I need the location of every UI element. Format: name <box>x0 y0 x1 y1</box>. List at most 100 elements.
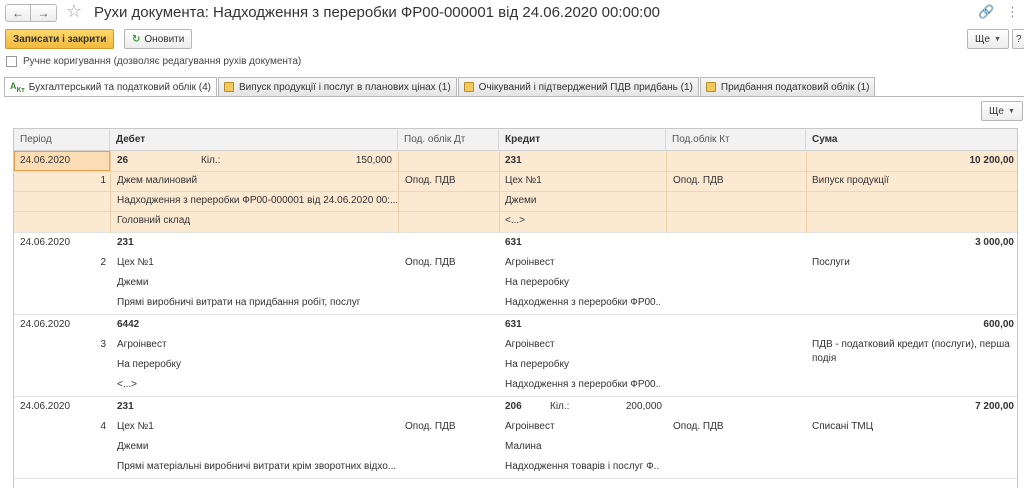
cell-tax-kt: Опод. ПДВ <box>673 175 724 186</box>
tab-accounting[interactable]: AКт Бухгалтерський та податковий облік (… <box>4 77 217 97</box>
cell-sum: 7 200,00 <box>975 401 1014 412</box>
cell-credit-subconto: На переробку <box>505 277 569 288</box>
cell-tax-kt <box>673 335 803 355</box>
cell-tax-dt: Опод. ПДВ <box>405 175 456 186</box>
cell-debit-qty <box>254 397 392 417</box>
cell-debit-qty: 150,000 <box>355 155 392 166</box>
register-icon <box>705 82 716 92</box>
cell-content-cont <box>812 185 1014 205</box>
cell-sum: 10 200,00 <box>969 155 1015 166</box>
register-icon <box>463 82 474 92</box>
star-icon[interactable]: ☆ <box>66 1 82 22</box>
cell-line-number: 3 <box>100 339 106 350</box>
cell-debit-subconto: Прямі виробничі витрати на придбання роб… <box>117 297 361 308</box>
tab-production-output[interactable]: Випуск продукції і послуг в планових цін… <box>217 77 457 96</box>
cell-debit-qty-label <box>201 315 251 335</box>
help-button[interactable]: ? <box>1012 29 1024 49</box>
column-sum[interactable]: Сума <box>806 129 1017 151</box>
cell-debit-subconto: Головний склад <box>117 215 191 226</box>
cell-tax-kt: Опод. ПДВ <box>673 421 724 432</box>
cell-debit-subconto: Джеми <box>117 277 149 288</box>
cell-debit-subconto: Джем малиновий <box>117 175 198 186</box>
table-row[interactable]: 24.06.2020 26 Кіл.: 150,000 231 10 200,00 1 Дже… <box>14 151 1017 233</box>
cell-debit-qty-label <box>201 233 251 253</box>
cell-date: 24.06.2020 <box>20 155 71 166</box>
cell-credit-qty <box>574 315 662 335</box>
column-tax-dt[interactable]: Под. облік Дт <box>398 129 499 151</box>
tab-divider <box>4 96 1024 97</box>
cell-debit-subconto: <...> <box>117 379 138 390</box>
cell-date: 24.06.2020 <box>20 237 71 248</box>
cell-content-cont <box>812 431 1014 451</box>
manual-edit-option[interactable]: Ручне коригування (дозволяє редагування … <box>6 56 301 67</box>
cell-tax-dt <box>405 335 500 355</box>
table-header: Період Дебет Под. облік Дт Кредит Под.об… <box>14 129 1017 151</box>
table-row[interactable]: 24.06.2020 231 631 3 000,00 2 Цех №1 Агроінвес… <box>14 233 1017 315</box>
arrow-left-icon[interactable]: ← <box>5 4 31 22</box>
cell-date: 24.06.2020 <box>20 401 71 412</box>
column-debit[interactable]: Дебет <box>110 129 398 151</box>
cell-credit-qty: 200,000 <box>625 401 662 412</box>
cell-debit-qty <box>254 233 392 253</box>
table-row[interactable]: 24.06.2020 6442 631 600,00 3 Агроінвест Агроін… <box>14 315 1017 397</box>
save-and-close-button[interactable]: Записати і закрити <box>5 29 115 49</box>
cell-debit-subconto: Прямі матеріальні виробничі витрати крім… <box>117 461 397 472</box>
arrow-right-icon[interactable]: → <box>31 4 57 22</box>
grid-more-button[interactable]: Ще ▼ <box>981 101 1023 121</box>
accounting-icon: AКт <box>10 81 25 94</box>
link-icon[interactable]: 🔗 <box>978 5 994 20</box>
cell-debit-qty-label <box>201 397 251 417</box>
column-period[interactable]: Період <box>14 129 110 151</box>
manual-edit-checkbox[interactable] <box>6 56 17 67</box>
cell-credit-qty <box>574 151 662 171</box>
cell-credit-subconto: Надходження з переробки ФР00... <box>505 379 660 390</box>
cell-line-number: 4 <box>100 421 106 432</box>
cell-credit-subconto: <...> <box>505 215 526 226</box>
cell-credit-subconto: Агроінвест <box>505 421 555 432</box>
cell-tax-dt: Опод. ПДВ <box>405 421 456 432</box>
cell-tax-dt: Опод. ПДВ <box>405 257 456 268</box>
window-title: Рухи документа: Надходження з переробки … <box>94 4 661 21</box>
cell-sum: 600,00 <box>983 319 1014 330</box>
refresh-icon: ↻ <box>132 33 141 45</box>
cell-debit-subconto: Надходження з переробки ФР00-000001 від … <box>117 195 397 206</box>
cell-credit-subconto: Малина <box>505 441 542 452</box>
title-bar: ← → ☆ Рухи документа: Надходження з пере… <box>0 0 1024 28</box>
more-button[interactable]: Ще ▼ <box>967 29 1009 49</box>
command-bar: Записати і закрити ↻ Оновити Ще ▼ ? <box>0 29 1024 51</box>
cell-debit-subconto: Цех №1 <box>117 257 154 268</box>
cell-line-number: 2 <box>100 257 106 268</box>
cell-tax-kt <box>673 253 803 273</box>
tab-strip: AКт Бухгалтерський та податковий облік (… <box>4 77 876 97</box>
cell-line-number: 1 <box>100 175 106 186</box>
entries-table[interactable]: Період Дебет Под. облік Дт Кредит Под.об… <box>13 128 1018 488</box>
cell-debit-subconto: Джеми <box>117 441 149 452</box>
cell-date: 24.06.2020 <box>20 319 71 330</box>
more-vertical-icon[interactable]: ⋮ <box>1006 5 1019 20</box>
refresh-button[interactable]: ↻ Оновити <box>124 29 193 49</box>
manual-edit-label: Ручне коригування (дозволяє редагування … <box>23 56 302 67</box>
cell-credit-qty <box>574 233 662 253</box>
chevron-down-icon: ▼ <box>1007 107 1015 115</box>
cell-sum: 3 000,00 <box>975 237 1014 248</box>
register-icon <box>223 82 234 92</box>
tab-purchase-tax[interactable]: Придбання податковий облік (1) <box>699 77 876 96</box>
cell-credit-subconto: Надходження з переробки ФР00... <box>505 297 660 308</box>
column-tax-kt[interactable]: Под.облік Кт <box>666 129 806 151</box>
cell-credit-subconto: Агроінвест <box>505 339 555 350</box>
table-row[interactable]: 24.06.2020 231 206 Кіл.: 200,000 7 200,00 4 Цех… <box>14 397 1017 479</box>
chevron-down-icon: ▼ <box>993 35 1001 43</box>
cell-credit-subconto: Надходження товарів і послуг Ф... <box>505 461 660 472</box>
cell-debit-qty-label: Кіл.: <box>201 155 221 166</box>
cell-content-cont <box>812 267 1014 287</box>
cell-debit-qty <box>254 315 392 335</box>
cell-debit-subconto: Цех №1 <box>117 421 154 432</box>
cell-credit-subconto: Агроінвест <box>505 257 555 268</box>
cell-debit-subconto: Агроінвест <box>117 339 167 350</box>
cell-debit-subconto: На переробку <box>117 359 181 370</box>
cell-credit-subconto: Цех №1 <box>505 175 542 186</box>
column-credit[interactable]: Кредит <box>499 129 666 151</box>
cell-credit-subconto: На переробку <box>505 359 569 370</box>
tab-vat-expected[interactable]: Очікуваний і підтверджений ПДВ придбань … <box>457 77 699 96</box>
cell-content-cont: подія <box>812 353 837 364</box>
